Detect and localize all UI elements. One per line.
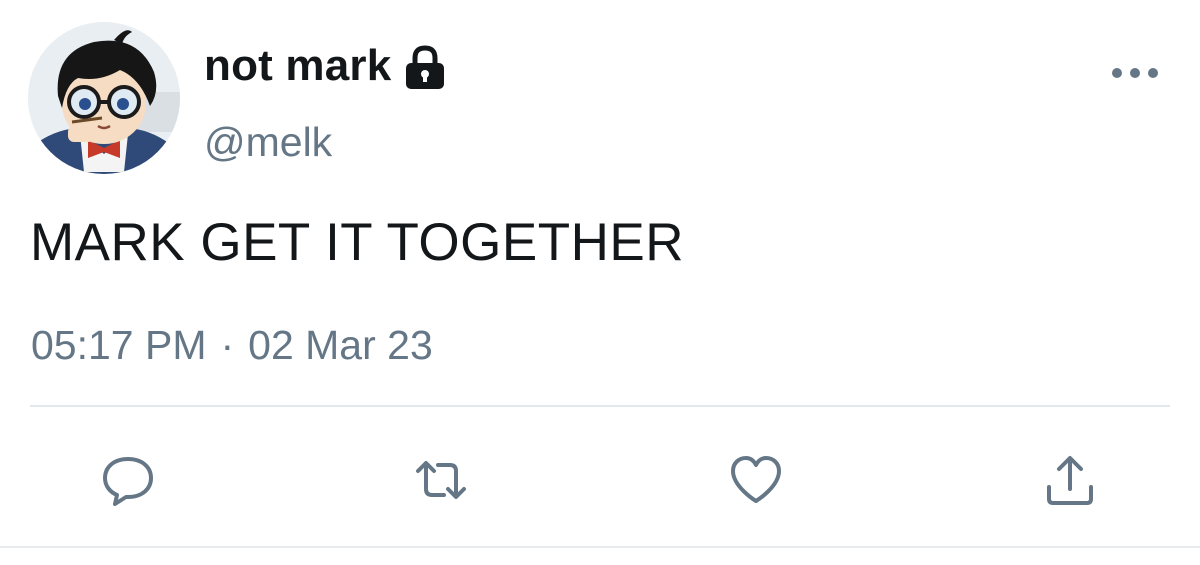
share-icon — [1047, 456, 1093, 505]
display-name[interactable]: not mark — [204, 38, 391, 94]
timestamp[interactable]: 05:17 PM · 02 Mar 23 — [31, 318, 433, 372]
reply-button[interactable] — [88, 440, 168, 520]
user-handle[interactable]: @melk — [204, 116, 332, 168]
more-icon — [1112, 68, 1158, 78]
share-button[interactable] — [1030, 440, 1110, 520]
tweet-card: not mark @melk MARK GET IT TOGETHER 05:1… — [0, 0, 1200, 565]
heart-icon — [731, 456, 781, 503]
retweet-icon — [416, 461, 466, 499]
action-bar — [0, 440, 1200, 520]
tweet-text: MARK GET IT TOGETHER — [30, 213, 684, 272]
avatar[interactable] — [28, 22, 180, 174]
like-button[interactable] — [716, 440, 796, 520]
bottom-divider — [0, 546, 1200, 548]
avatar-illustration — [28, 22, 180, 174]
retweet-button[interactable] — [401, 440, 481, 520]
display-name-row: not mark — [204, 38, 447, 94]
divider — [30, 405, 1170, 407]
lock-icon — [403, 45, 447, 91]
tweet-date: 02 Mar 23 — [248, 322, 433, 368]
reply-icon — [103, 457, 153, 506]
tweet-time: 05:17 PM — [31, 322, 207, 368]
more-options-button[interactable] — [1108, 58, 1162, 88]
timestamp-separator: · — [220, 322, 235, 368]
